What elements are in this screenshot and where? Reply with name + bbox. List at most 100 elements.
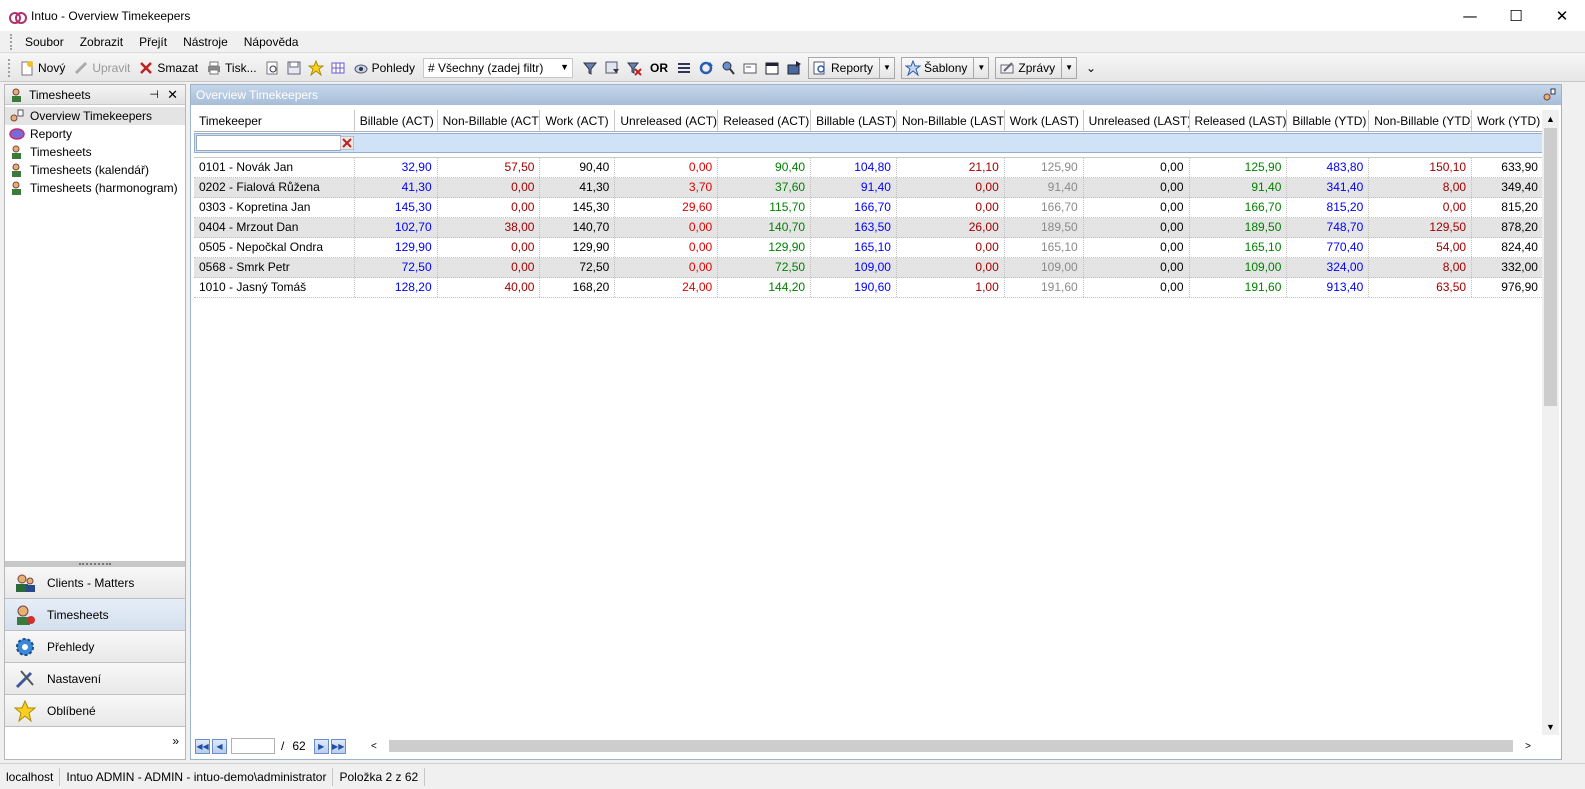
column-header[interactable]: Billable (LAST) (811, 110, 897, 131)
nav-prehledy[interactable]: Přehledy (5, 631, 185, 663)
templates-split-button[interactable]: Šablony ▼ (901, 56, 990, 79)
toolbar-overflow-icon[interactable]: ⌄ (1080, 57, 1102, 79)
close-window-button[interactable]: ✕ (1539, 0, 1585, 31)
maximize-button[interactable]: ☐ (1493, 0, 1539, 31)
star-icon (13, 699, 37, 723)
close-panel-icon[interactable]: ✕ (167, 87, 178, 103)
delete-button-label: Smazat (157, 60, 199, 75)
next-page-icon[interactable]: ▶ (313, 738, 329, 754)
column-header[interactable]: Work (YTD) (1472, 110, 1544, 131)
column-header[interactable]: Non-Billable (ACT) (437, 110, 541, 131)
menu-prejit[interactable]: Přejít (131, 35, 175, 49)
tree-item-timesheets-kalendar[interactable]: Timesheets (kalendář) (5, 161, 185, 179)
filter-save-icon[interactable] (601, 57, 623, 79)
menu-nastroje[interactable]: Nástroje (175, 35, 236, 49)
timekeeper-cell: 0202 - Fialová Růžena (194, 178, 355, 197)
menu-napoveda[interactable]: Nápověda (236, 35, 307, 49)
pin-icon[interactable]: ⊣ (149, 88, 159, 101)
edit-button[interactable]: Upravit (69, 57, 134, 79)
scroll-down-icon[interactable]: ▼ (1542, 718, 1559, 735)
menu-zobrazit[interactable]: Zobrazit (72, 35, 131, 49)
previous-page-icon[interactable]: ◀ (212, 738, 227, 754)
calendar-icon[interactable] (761, 57, 783, 79)
tree-item-reporty[interactable]: Reporty (5, 125, 185, 143)
timekeepers-icon (9, 108, 25, 124)
refresh-icon[interactable] (695, 57, 717, 79)
favorite-star-icon[interactable] (305, 57, 327, 79)
print-button[interactable]: Tisk... (202, 57, 261, 79)
columns-settings-icon[interactable] (673, 57, 695, 79)
vertical-scroll-thumb[interactable] (1544, 128, 1557, 406)
value-cell: 129,50 (1369, 218, 1473, 237)
column-header[interactable]: Unreleased (ACT) (615, 110, 719, 131)
table-row[interactable]: 0568 - Smrk Petr 72,50 0,00 72,50 0,00 72,50 1… (194, 258, 1544, 278)
tree-item-timesheets[interactable]: Timesheets (5, 143, 185, 161)
templates-dropdown-arrow[interactable]: ▼ (974, 63, 988, 72)
filter-edit-icon[interactable] (579, 57, 601, 79)
card-icon[interactable] (739, 57, 761, 79)
filter-clear-icon[interactable] (623, 57, 645, 79)
column-header[interactable]: Non-Billable (YTD) (1369, 110, 1473, 131)
reports-button[interactable]: Reporty (809, 57, 881, 78)
horizontal-scrollbar[interactable]: < > (371, 737, 1531, 755)
templates-button[interactable]: Šablony (902, 57, 975, 78)
nav-nastaveni[interactable]: Nastavení (5, 663, 185, 695)
grid-view-icon[interactable] (327, 57, 349, 79)
delete-button[interactable]: Smazat (134, 57, 202, 79)
filter-row (194, 133, 1544, 153)
nav-oblibene[interactable]: Oblíbené (5, 695, 185, 727)
messages-dropdown-arrow[interactable]: ▼ (1062, 63, 1076, 72)
value-cell: 324,00 (1287, 258, 1370, 277)
vertical-scrollbar[interactable]: ▲ ▼ (1542, 110, 1559, 735)
table-row[interactable]: 0202 - Fialová Růžena 41,30 0,00 41,30 3,70 3… (194, 178, 1544, 198)
menu-grip[interactable] (10, 33, 13, 50)
value-cell: 165,10 (811, 238, 897, 257)
column-header[interactable]: Work (LAST) (1004, 110, 1084, 131)
print-preview-icon[interactable] (261, 57, 283, 79)
table-row[interactable]: 0404 - Mrzout Dan 102,70 38,00 140,70 0,00 14… (194, 218, 1544, 238)
messages-button[interactable]: Zprávy (996, 57, 1063, 78)
column-header[interactable]: Unreleased (LAST) (1083, 110, 1190, 131)
panel-options-icon[interactable] (1541, 87, 1557, 103)
table-row[interactable]: 0101 - Novák Jan 32,90 57,50 90,40 0,00 90,40… (194, 158, 1544, 178)
filter-select[interactable]: # Všechny (zadej filtr) ▼ (422, 57, 573, 78)
horizontal-scroll-thumb[interactable] (389, 740, 1513, 752)
table-row[interactable]: 1010 - Jasný Tomáš 128,20 40,00 168,20 24,00… (194, 278, 1544, 298)
column-header[interactable]: Timekeeper (194, 110, 355, 131)
tree-item-overview-timekeepers[interactable]: Overview Timekeepers (5, 107, 185, 125)
column-header[interactable]: Released (ACT) (718, 110, 812, 131)
toolbar-grip[interactable] (8, 58, 11, 77)
last-page-icon[interactable]: ▶▶ (330, 738, 346, 754)
save-icon[interactable] (283, 57, 305, 79)
views-button[interactable]: Pohledy (349, 57, 419, 79)
minimize-button[interactable]: — (1447, 0, 1493, 31)
column-header[interactable]: Billable (ACT) (354, 110, 438, 131)
page-number-input[interactable] (231, 738, 275, 754)
nav-timesheets[interactable]: Timesheets (5, 599, 185, 631)
column-header[interactable]: Work (ACT) (540, 110, 616, 131)
messages-split-button[interactable]: Zprávy ▼ (995, 56, 1078, 79)
menu-soubor[interactable]: Soubor (17, 35, 72, 49)
scroll-right-icon[interactable]: > (1517, 741, 1531, 752)
scroll-left-icon[interactable]: < (371, 741, 385, 752)
table-row[interactable]: 0303 - Kopretina Jan 145,30 0,00 145,30 29,6… (194, 198, 1544, 218)
value-cell: 40,00 (438, 278, 541, 297)
table-row[interactable]: 0505 - Nepočkal Ondra 129,90 0,00 129,90 0,0… (194, 238, 1544, 258)
tree-item-timesheets-harmonogram[interactable]: Timesheets (harmonogram) (5, 179, 185, 197)
new-button[interactable]: Nový (15, 57, 69, 79)
value-cell: 166,70 (811, 198, 897, 217)
search-people-icon[interactable] (717, 57, 739, 79)
first-page-icon[interactable]: ◀◀ (195, 738, 210, 754)
column-header[interactable]: Released (LAST) (1189, 110, 1288, 131)
scroll-up-icon[interactable]: ▲ (1542, 110, 1559, 127)
export-icon[interactable] (783, 57, 805, 79)
column-header[interactable]: Billable (YTD) (1287, 110, 1370, 131)
reports-dropdown-arrow[interactable]: ▼ (880, 63, 894, 72)
or-toggle[interactable]: OR (645, 61, 673, 75)
nav-clients-matters[interactable]: Clients - Matters (5, 567, 185, 599)
clear-filter-icon[interactable] (339, 135, 355, 151)
reports-split-button[interactable]: Reporty ▼ (807, 56, 896, 79)
timekeeper-filter-input[interactable] (196, 135, 341, 151)
column-header[interactable]: Non-Billable (LAST) (896, 110, 1005, 131)
nav-more-chevron-icon[interactable]: » (172, 734, 179, 748)
